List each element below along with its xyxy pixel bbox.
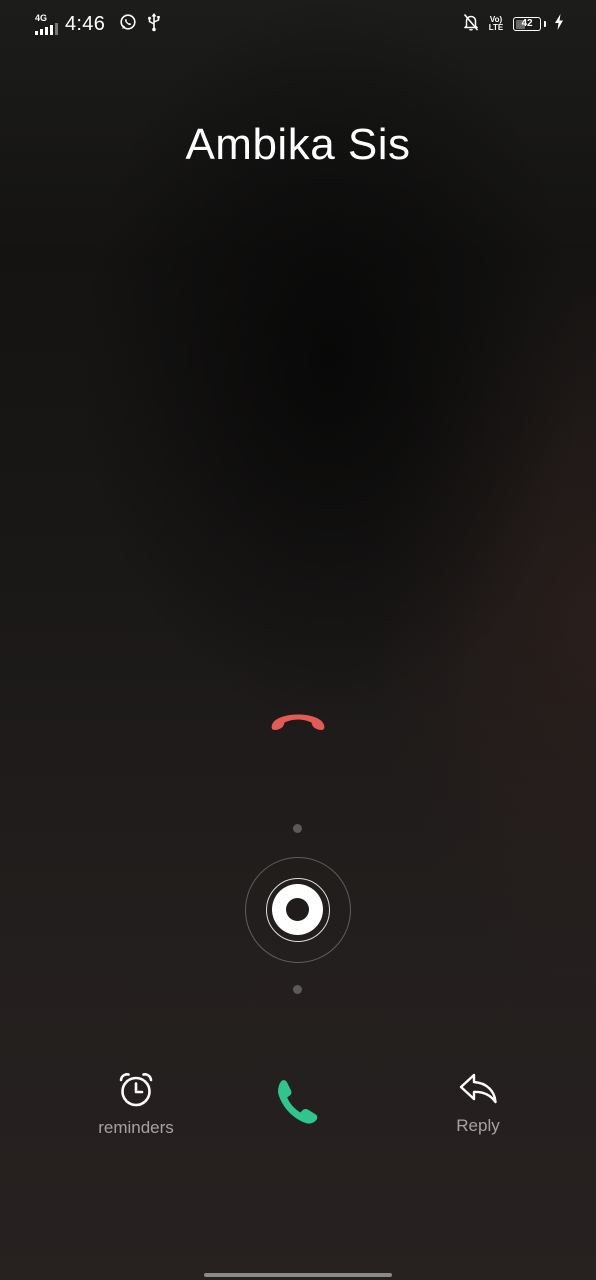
volte-line2: LTE: [488, 23, 504, 32]
decline-call-icon[interactable]: [266, 703, 330, 737]
slider-knob[interactable]: [272, 884, 323, 935]
reminders-label: reminders: [98, 1118, 174, 1137]
home-indicator[interactable]: [204, 1273, 392, 1277]
reply-arrow-icon: [459, 1073, 497, 1104]
reply-label: Reply: [456, 1116, 500, 1135]
slider-ring: [266, 878, 330, 942]
battery-icon: 42: [513, 17, 541, 31]
slider-knob-center: [286, 898, 309, 921]
battery-level: 42: [521, 18, 533, 29]
slide-up-hint-dot: [293, 824, 302, 833]
alarm-clock-icon: [119, 1072, 153, 1107]
answer-slider[interactable]: [245, 857, 351, 963]
volte-icon: Vo) LTE: [487, 16, 505, 32]
battery-nub: [544, 21, 546, 27]
reminders-button[interactable]: reminders: [76, 1070, 196, 1138]
signal-icon: 4G: [33, 13, 59, 35]
caller-name: Ambika Sis: [185, 120, 411, 169]
slide-down-hint-dot: [293, 985, 302, 994]
usb-icon: [147, 12, 161, 37]
status-left: 4G 4:46: [33, 12, 171, 36]
reply-button[interactable]: Reply: [418, 1070, 538, 1136]
clock: 4:46: [65, 12, 106, 35]
whatsapp-icon: [119, 13, 137, 36]
answer-call-icon[interactable]: [272, 1076, 324, 1128]
network-type: 4G: [35, 13, 48, 23]
charging-icon: [554, 13, 564, 35]
status-bar: 4G 4:46 Vo) LTE 42: [0, 0, 596, 46]
status-right: Vo) LTE 42: [463, 13, 564, 35]
notifications-off-icon: [463, 13, 479, 36]
